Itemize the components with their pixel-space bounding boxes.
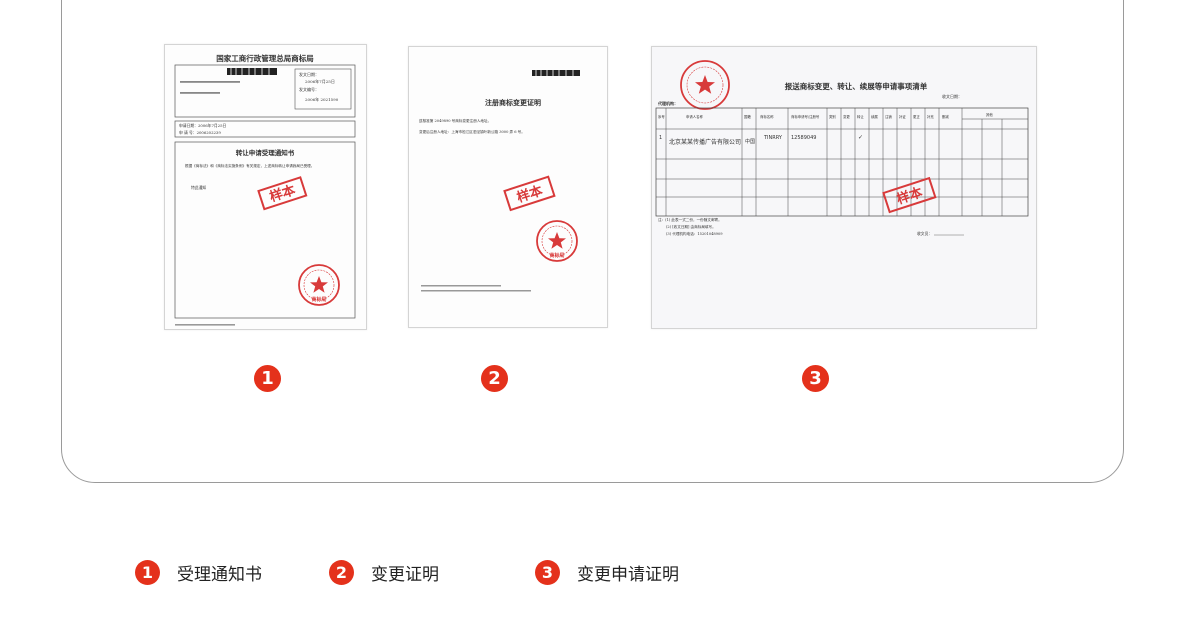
doc3-receiver-label: 收文员： — [917, 231, 932, 236]
legend-label-3: 变更申请证明 — [577, 565, 679, 585]
legend-item-application-proof: 3 变更申请证明 — [535, 560, 679, 585]
col-reg-no: 商标申请号/注册号 — [791, 114, 820, 119]
doc3-sent-date-label: 收文日期： — [942, 93, 962, 99]
col-cancel: 注销 — [885, 114, 892, 119]
sample-stamp: 样本 — [882, 176, 937, 214]
doc1-sent-date: 2006年7月25日 — [305, 78, 335, 84]
doc3-note3: (3) 代理机构电话：15201048909 — [666, 231, 723, 236]
doc1-doc-no: 2006年 2021590 — [305, 96, 339, 102]
doc2-title: 注册商标变更证明 — [485, 98, 541, 107]
col-correct: 更正 — [913, 114, 920, 119]
change-certificate-scan: 注册商标变更证明 兹核准第 2049890 号商标变更注册人地址。 变更后注册人… — [419, 70, 580, 292]
legend-label-1: 受理通知书 — [177, 565, 262, 585]
col-reissue: 补证 — [899, 114, 906, 119]
doc1-title: 转让申请受理通知书 — [236, 148, 295, 157]
col-other: 其他 — [986, 112, 993, 117]
application-list-scan: 报送商标变更、转让、续展等申请事项清单 收文日期： 代理机构： 序号 申请人名称… — [655, 60, 1029, 236]
row-reg-no: 12589049 — [791, 135, 816, 141]
doc2-line1: 兹核准第 2049890 号商标变更注册人地址。 — [419, 118, 491, 123]
document-application-list[interactable]: 报送商标变更、转让、续展等申请事项清单 收文日期： 代理机构： 序号 申请人名称… — [651, 46, 1037, 329]
doc3-note1: 注：(1) 此表一式二份，一份随文邮寄。 — [658, 217, 722, 222]
col-change: 变更 — [843, 114, 850, 119]
svg-text:商标局: 商标局 — [311, 296, 326, 303]
row-nation: 中国 — [745, 138, 755, 145]
doc3-title: 报送商标变更、转让、续展等申请事项清单 — [785, 81, 928, 91]
col-applicant: 申请人名称 — [686, 114, 704, 119]
doc3-agency-label: 代理机构： — [657, 100, 678, 106]
col-class: 类别 — [829, 114, 836, 119]
legend-badge-2: 2 — [329, 560, 354, 585]
document-change-certificate[interactable]: 注册商标变更证明 兹核准第 2049890 号商标变更注册人地址。 变更后注册人… — [408, 46, 608, 328]
acceptance-notice-scan: 国家工商行政管理总局商标局 发文日期： 2006年7月25日 发文编号： 200… — [174, 53, 356, 326]
badge-2: 2 — [481, 365, 508, 392]
official-seal: 商标局 — [536, 220, 578, 262]
badge-1: 1 — [254, 365, 281, 392]
legend-badge-1: 1 — [135, 560, 160, 585]
badge-3: 3 — [802, 365, 829, 392]
doc1-body: 根据《商标法》和《商标法实施条例》有关规定，上述商标转让申请我局已受理。 — [185, 163, 314, 168]
col-renew: 续展 — [871, 114, 878, 119]
col-delete: 删减 — [942, 114, 949, 119]
sample-stamp: 样本 — [257, 176, 308, 211]
doc1-apply-date: 申请日期：2006年7月25日 — [179, 123, 226, 128]
sample-stamp: 样本 — [503, 175, 556, 212]
row-no: 1 — [659, 135, 662, 141]
col-supplement: 补充 — [927, 114, 934, 119]
official-seal — [680, 60, 730, 110]
legend-badge-3: 3 — [535, 560, 560, 585]
doc1-sent-date-label: 发文日期： — [299, 71, 319, 77]
doc3-note2: (2) [收文日期] 由商标局填写。 — [666, 224, 716, 229]
row-applicant: 北京某某传播广告有限公司 — [669, 138, 741, 146]
legend-item-acceptance-notice: 1 受理通知书 — [135, 560, 262, 585]
row-mark: TINRRY — [763, 135, 783, 141]
document-acceptance-notice[interactable]: 国家工商行政管理总局商标局 发文日期： 2006年7月25日 发文编号： 200… — [164, 44, 367, 330]
barcode — [227, 68, 277, 75]
legend-item-change-certificate: 2 变更证明 — [329, 560, 439, 585]
col-transfer: 转让 — [857, 114, 864, 119]
col-nation: 国籍 — [744, 114, 751, 119]
doc1-footer: 特此通知 — [191, 185, 206, 190]
row-check: ✓ — [858, 134, 863, 141]
col-mark: 商标名称 — [760, 114, 774, 119]
doc1-header: 国家工商行政管理总局商标局 — [216, 53, 314, 63]
col-no: 序号 — [658, 114, 665, 119]
doc2-line2: 变更后注册人地址：上海市松江区泗泾镇叶新公路 3000 弄 6 号。 — [419, 129, 525, 134]
svg-text:商标局: 商标局 — [549, 252, 564, 259]
doc1-apply-no: 申 请 号：2006202239 — [179, 130, 221, 135]
doc1-doc-no-label: 发文编号： — [299, 86, 319, 92]
official-seal: 商标局 — [298, 264, 340, 306]
legend-label-2: 变更证明 — [371, 565, 439, 585]
